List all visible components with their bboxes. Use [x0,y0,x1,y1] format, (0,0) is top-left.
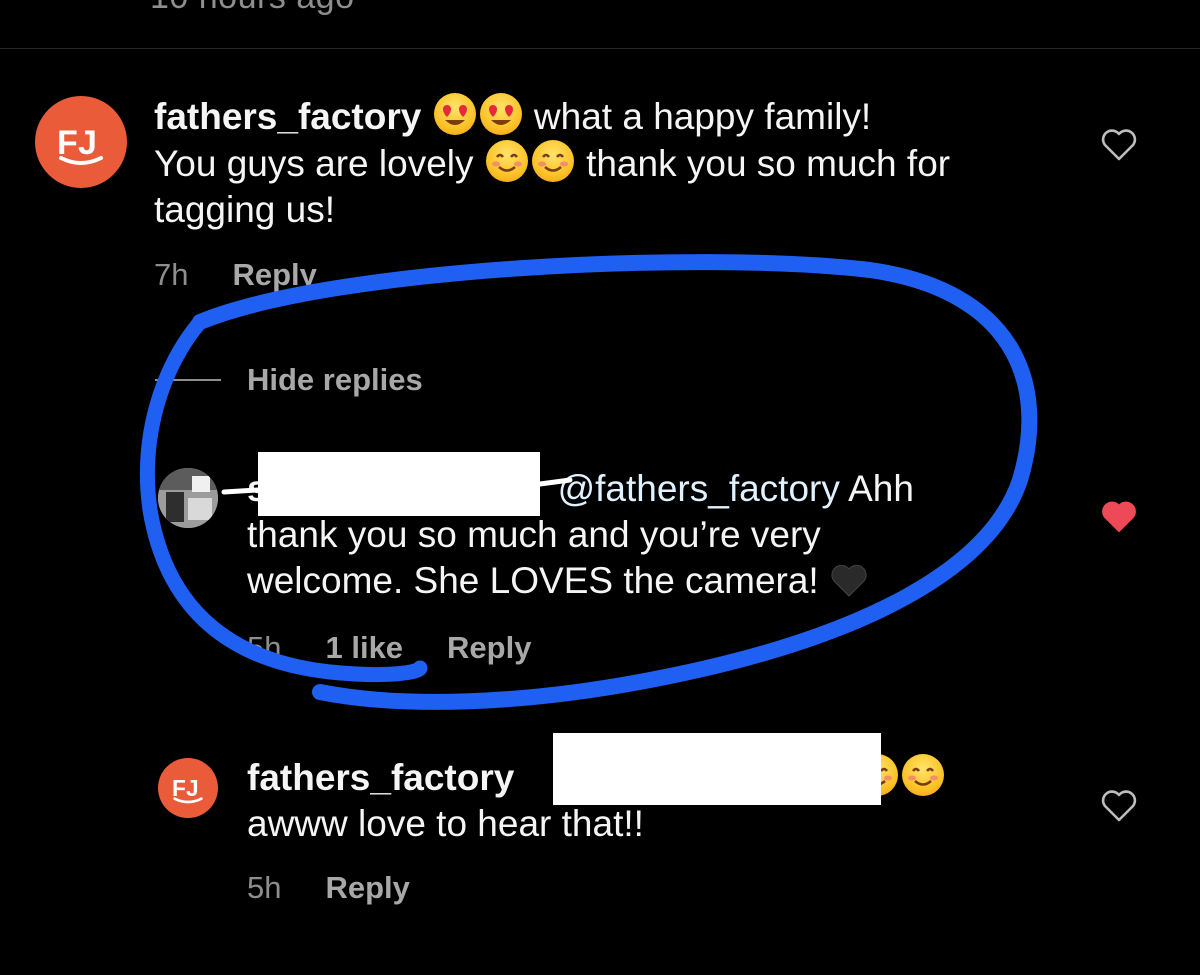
black-heart-emoji [831,564,867,597]
reply-button[interactable]: Reply [447,630,531,666]
heart-filled-icon[interactable] [1100,500,1138,534]
smiling-blush-emoji [531,140,574,182]
reply-2-text: awww love to hear that!! [247,803,644,844]
likes-count[interactable]: 1 like [325,630,403,666]
smiling-blush-emoji [902,754,945,796]
svg-text:F: F [172,775,186,801]
comments-screen: 10 hours ago F J fathers_factory what a … [0,0,1200,975]
heart-outline-icon[interactable] [1100,789,1138,823]
hide-replies-line [155,379,221,381]
heart-eyes-emoji [479,93,522,135]
smiling-blush-emoji [485,140,528,182]
fathers-factory-logo: F J [172,775,203,804]
comment-text-part1: what a happy family! [533,96,872,137]
fathers-factory-avatar[interactable]: F J [35,96,127,188]
comment-main-meta: 7h Reply [154,257,317,293]
comment-text-part2: You guys are lovely [154,143,474,184]
reply-button[interactable]: Reply [232,257,316,293]
heart-outline-icon[interactable] [1100,128,1138,162]
user-photo [158,468,218,528]
reply-2-time: 5h [247,870,282,905]
reply-1-time: 5h [247,630,282,665]
comment-main: fathers_factory what a happy family! You… [154,93,1054,233]
redacted-username [258,452,540,516]
svg-text:J: J [186,775,199,801]
reply-button[interactable]: Reply [325,870,409,906]
reply-1-meta: 5h 1 like Reply [247,630,531,666]
reply-2-meta: 5h Reply [247,870,410,906]
redacted-mention [553,733,881,805]
fathers-factory-logo: F J [57,124,103,165]
svg-text:J: J [78,124,97,162]
hide-replies-label: Hide replies [247,362,423,397]
previous-timestamp: 10 hours ago [150,0,355,17]
comment-username[interactable]: fathers_factory [154,96,421,137]
hide-replies-toggle[interactable]: Hide replies [155,362,423,398]
comment-time: 7h [154,257,189,292]
mention-link[interactable]: @fathers_factory [558,468,840,509]
heart-eyes-emoji [433,93,476,135]
user-avatar[interactable] [158,468,218,528]
reply-2-username[interactable]: fathers_factory [247,757,514,798]
fathers-factory-avatar[interactable]: F J [158,758,218,818]
divider [0,48,1200,49]
